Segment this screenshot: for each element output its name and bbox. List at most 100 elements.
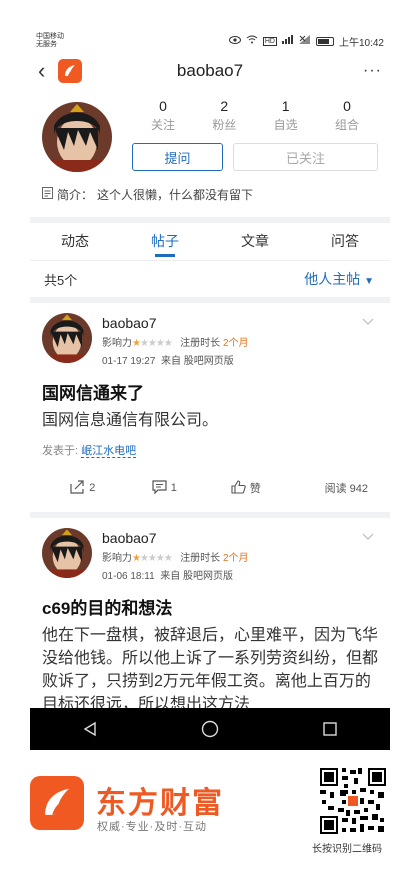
- influence-line: 影响力★★★★★ 注册时长 2个月: [102, 334, 249, 349]
- share-footer: 东方财富 权威·专业·及时·互动 长按识别二维码: [0, 750, 420, 888]
- nav-recents-icon[interactable]: [310, 714, 350, 744]
- post-card[interactable]: baobao7 影响力★★★★★ 注册时长 2个月 01-17 19:27 来自…: [30, 303, 390, 512]
- profile-card: 0 关注 2 粉丝 1 自选 0 组合 提问 已关注 简介： 这个人很懒，什么都…: [30, 90, 390, 217]
- star-rating: ★★★★★: [132, 553, 173, 564]
- reg-value: 2个月: [222, 553, 249, 564]
- reg-value: 2个月: [222, 338, 249, 349]
- signal-icon: [281, 35, 294, 47]
- eye-icon: [228, 35, 241, 47]
- carrier-info: 中国移动 无服务: [36, 33, 64, 49]
- bio: 简介： 这个人很懒，什么都没有留下: [42, 186, 378, 203]
- eastmoney-logo-icon[interactable]: [58, 59, 82, 83]
- like-button[interactable]: 赞: [205, 479, 287, 497]
- battery-icon: [315, 36, 334, 46]
- star-rating: ★★★★★: [132, 338, 173, 349]
- nav-back-icon[interactable]: [70, 714, 110, 744]
- no-signal-icon: [298, 35, 311, 47]
- reg-label: 注册时长: [180, 553, 221, 564]
- hub-label: 他人主帖: [304, 271, 361, 287]
- avatar[interactable]: [42, 102, 112, 172]
- document-icon: [42, 187, 53, 202]
- tab-articles[interactable]: 文章: [210, 223, 300, 260]
- stat-fans[interactable]: 2 粉丝: [199, 98, 249, 133]
- clock: 上午10:42: [338, 37, 384, 49]
- page-title: baobao7: [176, 61, 244, 80]
- stat-value: 0: [159, 98, 167, 114]
- stat-portfolio[interactable]: 0 组合: [322, 98, 372, 133]
- stat-following[interactable]: 0 关注: [138, 98, 188, 133]
- forum-link[interactable]: 岷江水电吧: [81, 445, 137, 458]
- thumbs-up-icon: [231, 479, 246, 497]
- qr-caption: 长按识别二维码: [312, 844, 382, 855]
- profile-tabs: 动态 帖子 文章 问答: [30, 223, 390, 261]
- post-card[interactable]: baobao7 影响力★★★★★ 注册时长 2个月 01-06 18:11 来自…: [30, 518, 390, 716]
- more-options-icon[interactable]: ···: [363, 62, 382, 80]
- hub-dropdown[interactable]: 他人主帖 ▼: [304, 269, 374, 289]
- post-title[interactable]: c69的目的和想法: [42, 594, 378, 619]
- tab-posts[interactable]: 帖子: [120, 223, 210, 260]
- post-actions: 2 1 赞 阅读 942: [42, 464, 378, 512]
- ask-question-button[interactable]: 提问: [132, 143, 223, 171]
- posted-in-label: 发表于:: [42, 445, 79, 457]
- comment-icon: [152, 479, 167, 497]
- stat-value: 1: [281, 98, 290, 114]
- avatar[interactable]: [42, 528, 92, 578]
- back-icon[interactable]: ‹: [38, 60, 54, 82]
- share-icon: [70, 479, 85, 497]
- post-source: 来自 股吧网页版: [160, 356, 234, 367]
- post-body[interactable]: 国网信息通信有限公司。: [42, 409, 378, 432]
- carrier-service: 无服务: [36, 41, 57, 48]
- stats-row: 0 关注 2 粉丝 1 自选 0 组合: [132, 98, 378, 133]
- stat-label: 组合: [334, 118, 359, 132]
- share-button[interactable]: 2: [42, 479, 124, 497]
- post-count: 共5个: [44, 272, 78, 288]
- share-count: 2: [89, 482, 96, 494]
- status-bar: 中国移动 无服务 HD 上午10:42: [30, 30, 390, 52]
- post-time: 01-17 19:27: [102, 356, 156, 367]
- status-icons: HD 上午10:42: [228, 34, 384, 49]
- eastmoney-logo-icon: [30, 776, 84, 830]
- tab-qa[interactable]: 问答: [300, 223, 390, 260]
- app-header: ‹ baobao7 ···: [30, 52, 390, 90]
- brand-name: 东方财富: [96, 787, 224, 820]
- phone-screen: 中国移动 无服务 HD 上午10:42 ‹ baobao7 ··· 0 关注 2…: [30, 30, 390, 750]
- influence-label: 影响力: [102, 553, 132, 564]
- comment-button[interactable]: 1: [124, 479, 206, 497]
- username[interactable]: baobao7: [102, 315, 249, 331]
- system-nav-bar: [30, 708, 390, 750]
- list-toolbar: 共5个 他人主帖 ▼: [30, 261, 390, 297]
- like-label: 赞: [249, 483, 261, 495]
- nav-home-icon[interactable]: [190, 714, 230, 744]
- stat-label: 关注: [150, 118, 175, 132]
- stat-label: 自选: [273, 118, 298, 132]
- stat-watchlist[interactable]: 1 自选: [261, 98, 311, 133]
- tab-activity[interactable]: 动态: [30, 223, 120, 260]
- comment-count: 1: [170, 482, 177, 494]
- chevron-down-icon[interactable]: [362, 530, 374, 544]
- brand-slogan: 权威·专业·及时·互动: [97, 821, 207, 833]
- post-title[interactable]: 国网信通来了: [42, 379, 378, 404]
- hd-icon: HD: [262, 36, 277, 46]
- reg-label: 注册时长: [180, 338, 221, 349]
- read-count: 阅读 942: [324, 483, 368, 495]
- stat-label: 粉丝: [212, 118, 237, 132]
- followed-button[interactable]: 已关注: [233, 143, 378, 171]
- post-source: 来自 股吧网页版: [160, 571, 233, 582]
- qr-code-icon[interactable]: [318, 766, 388, 836]
- bio-text: 这个人很懒，什么都没有留下: [97, 188, 254, 202]
- post-body[interactable]: 他在下一盘棋，被辞退后，心里难平，因为飞华没给他钱。所以他上诉了一系列劳资纠纷，…: [42, 624, 378, 716]
- stat-value: 0: [343, 98, 351, 114]
- post-time-line: 01-17 19:27 来自 股吧网页版: [102, 352, 249, 367]
- avatar[interactable]: [42, 313, 92, 363]
- post-time: 01-06 18:11: [102, 571, 155, 582]
- influence-line: 影响力★★★★★ 注册时长 2个月: [102, 549, 249, 564]
- carrier-name: 中国移动: [36, 33, 64, 40]
- posted-in: 发表于: 岷江水电吧: [42, 442, 378, 458]
- influence-label: 影响力: [102, 338, 132, 349]
- wifi-icon: [246, 35, 258, 47]
- chevron-down-icon[interactable]: [362, 315, 374, 329]
- stat-value: 2: [220, 98, 229, 114]
- bio-label: 简介：: [57, 188, 94, 202]
- username[interactable]: baobao7: [102, 530, 249, 546]
- caret-down-icon: ▼: [364, 276, 374, 287]
